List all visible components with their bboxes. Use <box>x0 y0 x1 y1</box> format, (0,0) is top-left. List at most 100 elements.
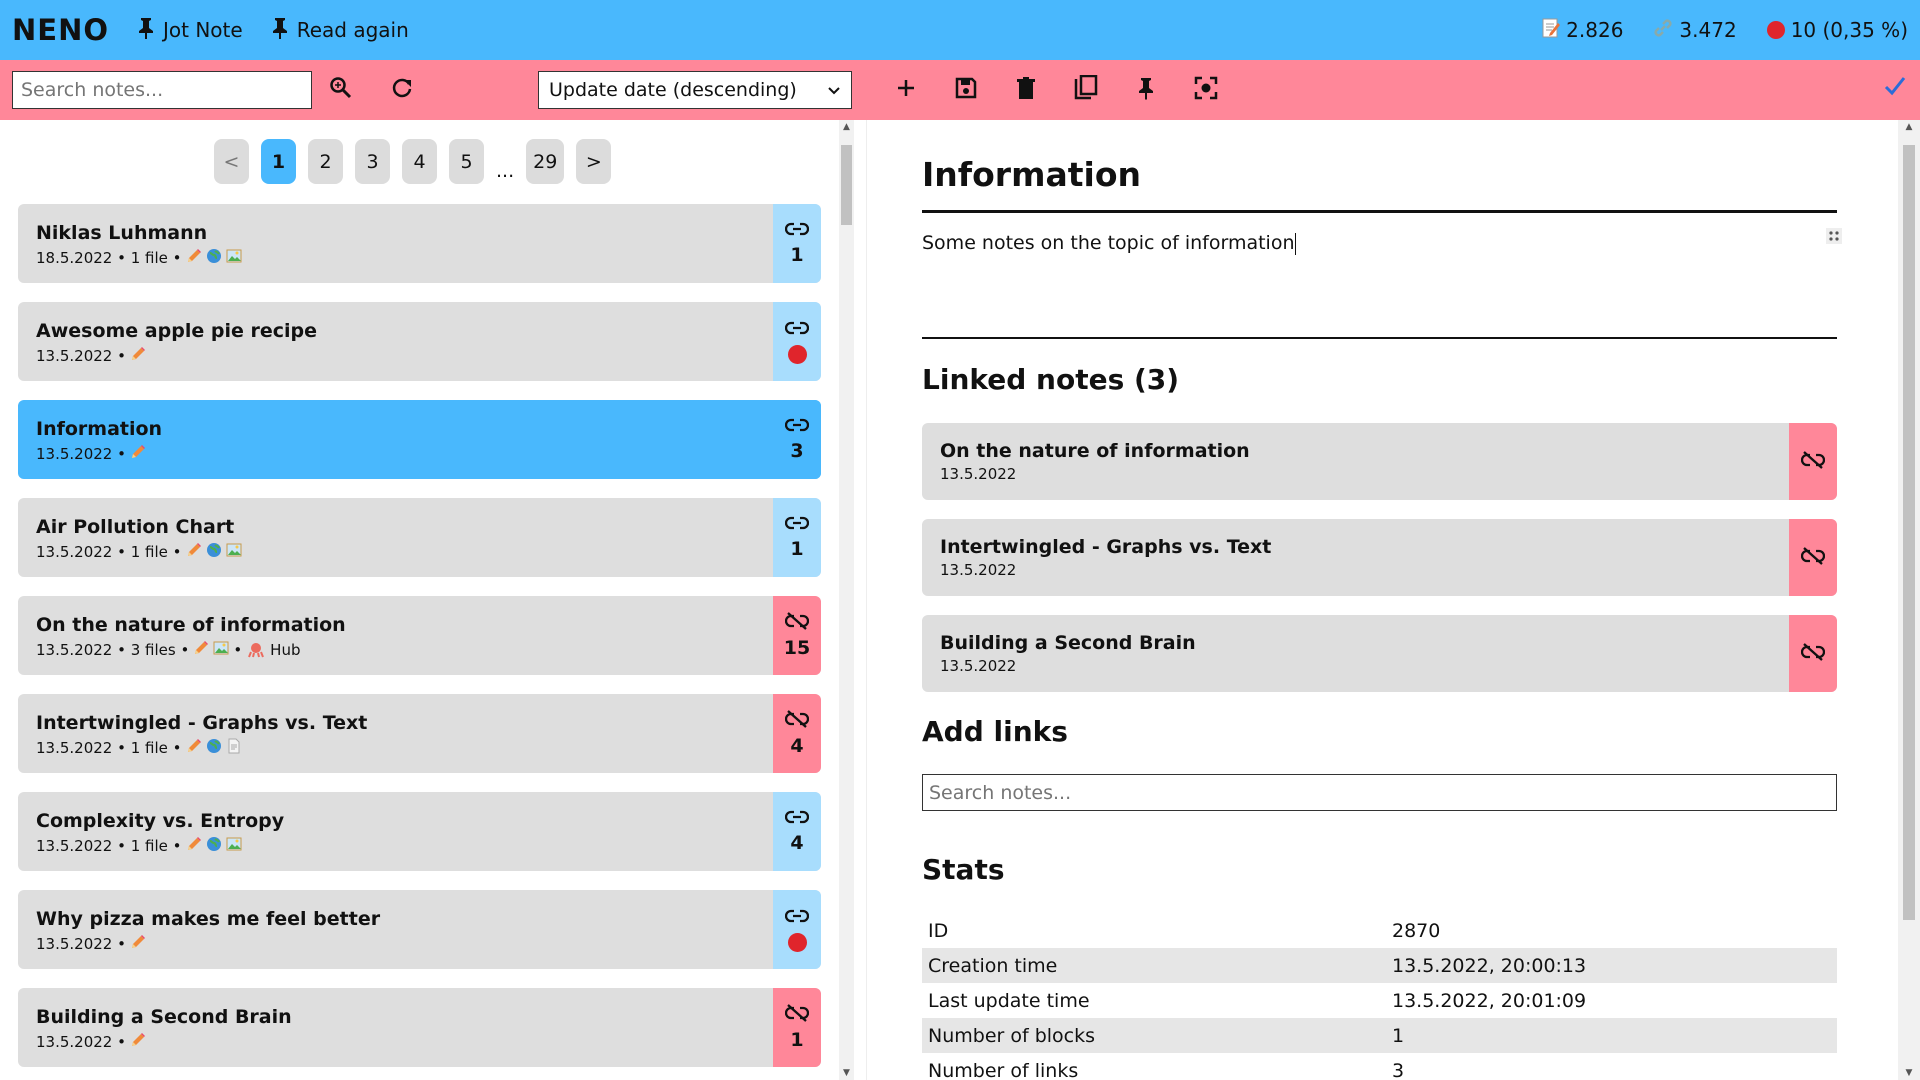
pencil-icon <box>130 934 146 950</box>
search-input[interactable] <box>12 71 312 109</box>
pencil-icon <box>193 640 209 656</box>
scroll-up-arrow[interactable]: ▲ <box>839 122 854 132</box>
globe-icon <box>206 738 222 754</box>
link-indicator <box>773 302 821 381</box>
pin-button[interactable] <box>1131 75 1161 105</box>
page-button-2[interactable]: 2 <box>308 139 343 184</box>
scroll-up-arrow[interactable]: ▲ <box>1898 122 1920 132</box>
link-count: 15 <box>783 637 811 659</box>
linked-note-item[interactable]: Intertwingled - Graphs vs. Text 13.5.202… <box>922 519 1837 596</box>
scroll-down-arrow[interactable]: ▼ <box>1898 1068 1920 1078</box>
memo-icon <box>1542 18 1566 43</box>
note-title: Niklas Luhmann <box>36 222 208 244</box>
stats-row: Number of links 3 <box>922 1053 1837 1080</box>
link-icon <box>784 320 810 340</box>
sort-select[interactable]: Update date (descending) <box>538 71 852 109</box>
text-caret <box>1294 232 1296 255</box>
stat-label: Number of blocks <box>928 1024 1096 1047</box>
red-circle-icon <box>1766 21 1785 39</box>
note-list-item[interactable]: Building a Second Brain 13.5.2022 • 1 <box>18 988 821 1067</box>
unlink-icon <box>1800 450 1826 473</box>
link-icon <box>784 908 810 928</box>
note-meta: 13.5.2022 • <box>36 444 146 464</box>
duplicate-button[interactable] <box>1071 74 1101 105</box>
prev-page-button[interactable]: < <box>214 139 249 184</box>
search-button[interactable] <box>326 75 356 105</box>
note-list-scrollbar[interactable]: ▲ ▼ <box>839 120 854 1080</box>
page-ellipsis: ... <box>496 160 515 182</box>
note-title: Intertwingled - Graphs vs. Text <box>36 712 368 734</box>
page-button-1[interactable]: 1 <box>261 139 296 184</box>
linked-note-date: 13.5.2022 <box>940 561 1017 579</box>
stats-row: Number of blocks 1 <box>922 1018 1837 1053</box>
scroll-down-arrow[interactable]: ▼ <box>839 1068 854 1078</box>
link-indicator: 1 <box>773 988 821 1067</box>
note-list-item[interactable]: Why pizza makes me feel better 13.5.2022… <box>18 890 821 969</box>
unlink-button[interactable] <box>1789 519 1837 596</box>
drag-handle-icon[interactable] <box>1826 228 1842 248</box>
page-button-5[interactable]: 5 <box>449 139 484 184</box>
page-button-last[interactable]: 29 <box>526 139 565 184</box>
add-links-search-input[interactable] <box>922 774 1837 811</box>
delete-button[interactable] <box>1011 75 1041 105</box>
note-list-item[interactable]: Complexity vs. Entropy 13.5.2022 • 1 fil… <box>18 792 821 871</box>
stat-value: 3 <box>1392 1059 1405 1080</box>
pagination: < 1 2 3 4 5 ... 29 > <box>214 139 623 184</box>
link-count: 4 <box>790 832 804 854</box>
pencil-icon <box>186 836 202 852</box>
notes-count-stat: 2.826 <box>1542 18 1623 43</box>
unlink-button[interactable] <box>1789 423 1837 500</box>
link-icon <box>784 221 810 241</box>
trash-icon <box>1016 77 1036 103</box>
jot-note-button[interactable]: Jot Note <box>137 17 243 44</box>
note-list-item[interactable]: On the nature of information 13.5.2022 •… <box>18 596 821 675</box>
stat-label: Number of links <box>928 1059 1079 1080</box>
page-button-3[interactable]: 3 <box>355 139 390 184</box>
pencil-icon <box>186 542 202 558</box>
note-meta: 13.5.2022 • <box>36 346 146 366</box>
save-button[interactable] <box>951 75 981 105</box>
app-logo[interactable]: NENO <box>12 13 109 47</box>
scrollbar-thumb[interactable] <box>841 145 852 225</box>
linked-note-date: 13.5.2022 <box>940 465 1017 483</box>
document-icon <box>226 738 242 754</box>
note-list-item[interactable]: Air Pollution Chart 13.5.2022 • 1 file •… <box>18 498 821 577</box>
scrollbar-thumb[interactable] <box>1903 145 1915 920</box>
linked-note-item[interactable]: Building a Second Brain 13.5.2022 <box>922 615 1837 692</box>
link-count: 1 <box>790 538 804 560</box>
next-page-button[interactable]: > <box>576 139 612 184</box>
new-note-button[interactable] <box>891 75 921 105</box>
divider <box>922 337 1837 339</box>
editor-scrollbar[interactable]: ▲ ▼ <box>1898 120 1920 1080</box>
graph-view-button[interactable] <box>1191 75 1221 105</box>
unlink-icon <box>784 710 810 732</box>
checkmark-icon <box>1884 77 1906 100</box>
pencil-icon <box>186 738 202 754</box>
note-title-input[interactable]: Information <box>922 155 1141 194</box>
unlink-icon <box>1800 642 1826 665</box>
image-icon <box>226 542 242 558</box>
divider <box>922 210 1837 213</box>
note-list-item[interactable]: Awesome apple pie recipe 13.5.2022 • <box>18 302 821 381</box>
note-list-item[interactable]: Niklas Luhmann 18.5.2022 • 1 file • 1 <box>18 204 821 283</box>
link-indicator: 4 <box>773 792 821 871</box>
unlink-icon <box>1800 546 1826 569</box>
linked-note-item[interactable]: On the nature of information 13.5.2022 <box>922 423 1837 500</box>
octopus-icon <box>248 642 265 658</box>
note-list-item-selected[interactable]: Information 13.5.2022 • 3 <box>18 400 821 479</box>
unlinked-count-stat: 10 (0,35 %) <box>1766 18 1908 42</box>
note-title: Why pizza makes me feel better <box>36 908 381 930</box>
plus-icon <box>895 77 917 103</box>
pencil-icon <box>130 1032 146 1048</box>
stat-value: 1 <box>1392 1024 1405 1047</box>
refresh-button[interactable] <box>387 75 417 105</box>
read-again-button[interactable]: Read again <box>271 17 409 44</box>
note-body-editor[interactable]: Some notes on the topic of information <box>922 232 1296 255</box>
link-icon <box>784 515 810 535</box>
note-list-item[interactable]: Intertwingled - Graphs vs. Text 13.5.202… <box>18 694 821 773</box>
page-button-4[interactable]: 4 <box>402 139 437 184</box>
stat-value: 13.5.2022, 20:00:13 <box>1392 954 1587 977</box>
pencil-icon <box>130 346 146 362</box>
unlink-button[interactable] <box>1789 615 1837 692</box>
sort-select-value: Update date (descending) <box>549 79 797 101</box>
